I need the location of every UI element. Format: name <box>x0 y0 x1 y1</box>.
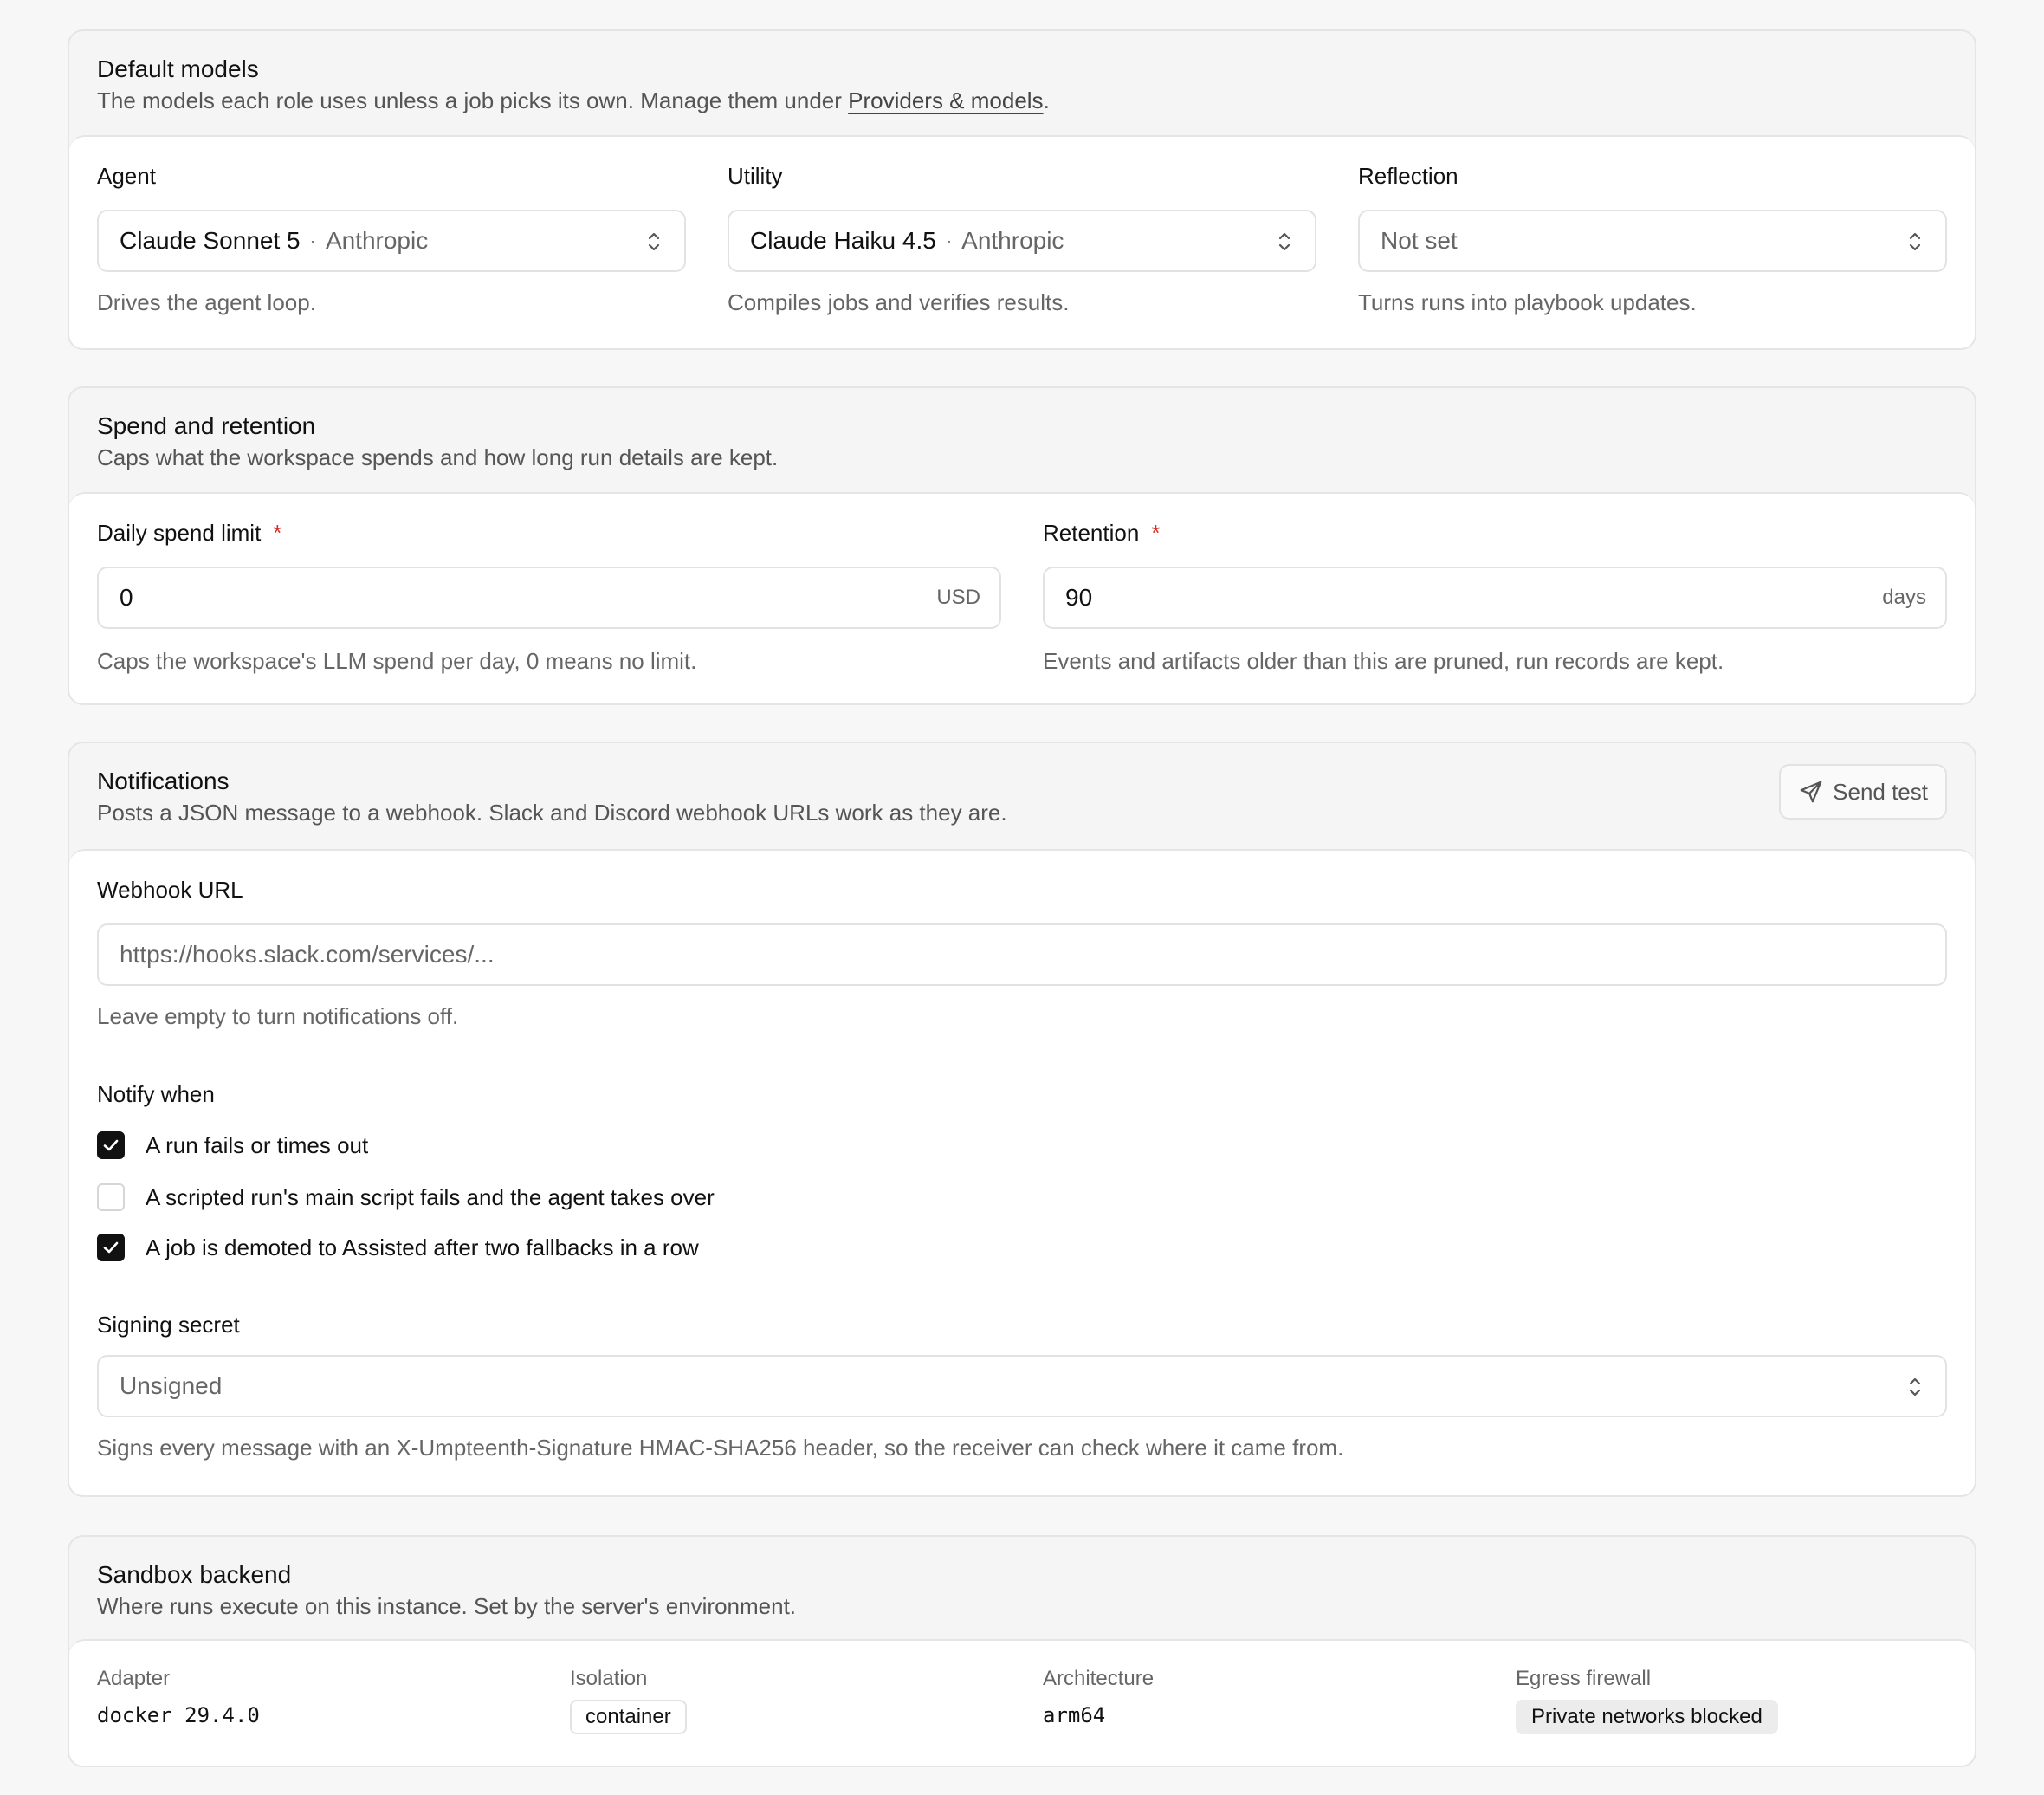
agent-model-provider: Anthropic <box>325 227 429 254</box>
isolation-badge: container <box>570 1700 687 1734</box>
architecture-value: arm64 <box>1043 1703 1106 1727</box>
option-label: A job is demoted to Assisted after two f… <box>146 1234 699 1260</box>
default-models-body: Agent Claude Sonnet 5 · Anthropic Drives t… <box>69 135 1975 348</box>
notify-option-script-fails[interactable]: A scripted run's main script fails and t… <box>97 1182 715 1213</box>
send-icon <box>1800 781 1822 803</box>
webhook-url-label: Webhook URL <box>97 877 243 903</box>
utility-model-name: Claude Haiku 4.5 <box>750 227 936 254</box>
sandbox-backend-card: Sandbox backend Where runs execute on th… <box>68 1535 1976 1767</box>
section-title: Sandbox backend <box>97 1561 292 1588</box>
check-icon <box>103 1139 119 1151</box>
signing-secret-select[interactable]: Unsigned <box>97 1355 1947 1417</box>
adapter-value: docker 29.4.0 <box>97 1703 260 1727</box>
daily-spend-value: 0 <box>120 584 133 611</box>
currency-suffix: USD <box>936 586 980 609</box>
section-subtitle: The models each role uses unless a job p… <box>97 87 1050 113</box>
reflection-value: Not set <box>1381 227 1458 254</box>
adapter-label: Adapter <box>97 1667 171 1690</box>
retention-value: 90 <box>1065 584 1093 611</box>
chevron-up-down-icon <box>1278 232 1290 251</box>
default-models-header: Default models The models each role uses… <box>69 31 1975 135</box>
checkbox-unchecked[interactable] <box>97 1183 125 1211</box>
reflection-label: Reflection <box>1358 163 1459 189</box>
webhook-url-placeholder: https://hooks.slack.com/services/... <box>120 941 495 968</box>
architecture-label: Architecture <box>1043 1667 1155 1690</box>
retention-input[interactable]: 90 days <box>1043 567 1947 629</box>
notify-when-label: Notify when <box>97 1081 215 1107</box>
section-title: Default models <box>97 55 259 82</box>
daily-spend-help: Caps the workspace's LLM spend per day, … <box>97 648 697 674</box>
daily-spend-input[interactable]: 0 USD <box>97 567 1001 629</box>
retention-help: Events and artifacts older than this are… <box>1043 648 1724 674</box>
sandbox-backend-header: Sandbox backend Where runs execute on th… <box>69 1537 1975 1641</box>
egress-firewall-badge: Private networks blocked <box>1516 1700 1778 1734</box>
signing-secret-help: Signs every message with an X-Umpteenth-… <box>97 1435 1344 1461</box>
sandbox-backend-body: Adapter docker 29.4.0 Isolation containe… <box>69 1639 1975 1766</box>
retention-label: Retention * <box>1043 520 1161 546</box>
checkbox-checked[interactable] <box>97 1131 125 1159</box>
spend-retention-header: Spend and retention Caps what the worksp… <box>69 388 1975 492</box>
section-subtitle: Where runs execute on this instance. Set… <box>97 1593 797 1619</box>
notifications-header: Notifications Posts a JSON message to a … <box>69 743 1975 847</box>
chevron-up-down-icon <box>1909 232 1921 251</box>
utility-label: Utility <box>728 163 783 189</box>
checkbox-checked[interactable] <box>97 1234 125 1261</box>
notifications-body: Webhook URL https://hooks.slack.com/serv… <box>69 849 1975 1495</box>
option-label: A run fails or times out <box>146 1131 369 1158</box>
isolation-label: Isolation <box>570 1667 648 1690</box>
section-subtitle: Caps what the workspace spends and how l… <box>97 444 779 470</box>
required-marker: * <box>273 520 282 546</box>
send-test-label: Send test <box>1833 778 1928 805</box>
webhook-help: Leave empty to turn notifications off. <box>97 1003 459 1029</box>
utility-model-provider: Anthropic <box>961 227 1064 254</box>
days-suffix: days <box>1882 586 1926 609</box>
signing-secret-value: Unsigned <box>120 1372 223 1399</box>
section-title: Notifications <box>97 768 230 794</box>
providers-models-link[interactable]: Providers & models <box>848 87 1043 113</box>
chevron-up-down-icon <box>648 232 660 251</box>
settings-page: Default models The models each role uses… <box>0 0 2044 1795</box>
egress-firewall-label: Egress firewall <box>1516 1667 1652 1690</box>
spend-retention-card: Spend and retention Caps what the worksp… <box>68 386 1976 705</box>
chevron-up-down-icon <box>1909 1377 1921 1396</box>
daily-spend-label: Daily spend limit * <box>97 520 282 546</box>
notifications-card: Notifications Posts a JSON message to a … <box>68 742 1976 1497</box>
agent-model-select[interactable]: Claude Sonnet 5 · Anthropic <box>97 210 686 272</box>
utility-help: Compiles jobs and verifies results. <box>728 289 1070 315</box>
signing-secret-label: Signing secret <box>97 1312 240 1338</box>
section-title: Spend and retention <box>97 412 316 439</box>
send-test-button[interactable]: Send test <box>1779 764 1947 820</box>
option-label: A scripted run's main script fails and t… <box>146 1183 715 1210</box>
utility-model-select[interactable]: Claude Haiku 4.5 · Anthropic <box>728 210 1316 272</box>
notify-option-job-demoted[interactable]: A job is demoted to Assisted after two f… <box>97 1232 699 1263</box>
agent-label: Agent <box>97 163 156 189</box>
spend-retention-body: Daily spend limit * 0 USD Caps the worksp… <box>69 492 1975 703</box>
agent-model-name: Claude Sonnet 5 <box>120 227 301 254</box>
reflection-model-select[interactable]: Not set <box>1358 210 1947 272</box>
check-icon <box>103 1241 119 1254</box>
required-marker: * <box>1151 520 1161 546</box>
default-models-card: Default models The models each role uses… <box>68 29 1976 350</box>
section-subtitle: Posts a JSON message to a webhook. Slack… <box>97 800 1007 826</box>
notify-option-run-fails[interactable]: A run fails or times out <box>97 1130 368 1161</box>
webhook-url-input[interactable]: https://hooks.slack.com/services/... <box>97 923 1947 986</box>
reflection-help: Turns runs into playbook updates. <box>1358 289 1697 315</box>
agent-help: Drives the agent loop. <box>97 289 316 315</box>
